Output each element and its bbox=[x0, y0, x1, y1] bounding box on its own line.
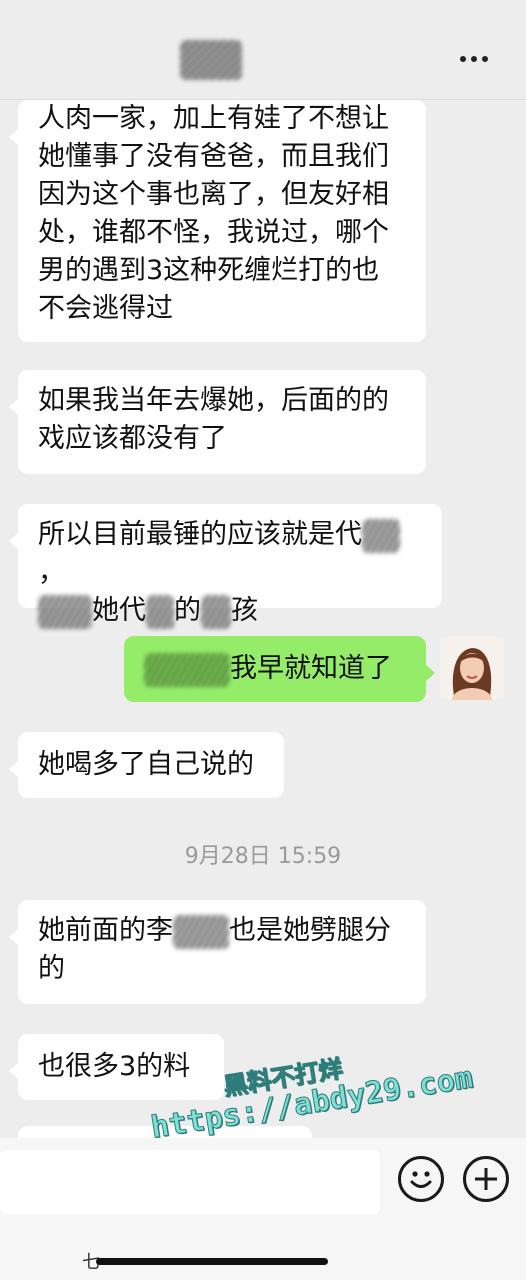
redaction-blur bbox=[173, 914, 229, 949]
message-text: 我早就知道了 bbox=[230, 653, 392, 684]
message-text: 孩 bbox=[231, 595, 258, 626]
message-text: 的 bbox=[174, 595, 201, 626]
message-text-line: 所以目前最锤的应该就是代 ， bbox=[38, 516, 422, 592]
redaction-blur bbox=[38, 594, 92, 629]
message-bubble-sent[interactable]: 我早就知道了 bbox=[124, 636, 435, 702]
more-dots-icon[interactable] bbox=[460, 54, 492, 64]
timestamp: 9月28日 15:59 bbox=[184, 844, 342, 869]
message-text-line: 她代的孩 bbox=[38, 592, 422, 630]
message-bubble[interactable]: 她喝多了自己说的 bbox=[9, 732, 284, 798]
message-bubble[interactable]: 如果我当年去爆她，后面的的 戏应该都没有了 bbox=[9, 370, 426, 474]
emoji-face-icon[interactable] bbox=[398, 1156, 444, 1202]
message-text-line: 她前面的李 也是她劈腿分 bbox=[38, 912, 406, 950]
redaction-blur bbox=[146, 594, 174, 629]
message-text: 也是她劈腿分 bbox=[229, 915, 391, 946]
message-text-line: 人肉一家，加上有娃了不想让 bbox=[38, 103, 389, 134]
message-text-line: 如果我当年去爆她，后面的的 bbox=[38, 385, 389, 416]
user-avatar[interactable] bbox=[440, 636, 504, 700]
input-bar: 七 bbox=[0, 1138, 526, 1280]
message-input[interactable] bbox=[0, 1150, 380, 1214]
plus-circle-icon[interactable] bbox=[463, 1156, 509, 1202]
message-text-line: 因为这个事也离了，但友好相 bbox=[38, 179, 389, 210]
redaction-blur bbox=[201, 594, 231, 629]
contact-name-redacted bbox=[180, 40, 242, 80]
message-bubble[interactable]: 所以目前最锤的应该就是代 ， 她代的孩 bbox=[9, 504, 442, 629]
redaction-blur bbox=[362, 518, 400, 553]
message-text-line: 处，谁都不怪，我说过，哪个 bbox=[38, 217, 389, 248]
message-text: ， bbox=[38, 557, 65, 588]
message-text-line: 她懂事了没有爸爸，而且我们 bbox=[38, 141, 389, 172]
message-text: 所以目前最锤的应该就是代 bbox=[38, 519, 362, 550]
message-text: 她喝多了自己说的 bbox=[38, 749, 254, 780]
message-bubble[interactable]: 她前面的李 也是她劈腿分 的 bbox=[9, 900, 426, 1004]
message-text-line: 不会逃得过 bbox=[38, 293, 173, 324]
message-text-line: 男的遇到3这种死缠烂打的也 bbox=[38, 255, 380, 286]
message-text: 她前面的李 bbox=[38, 915, 173, 946]
message-text: 她代 bbox=[92, 595, 146, 626]
message-text-line: 的 bbox=[38, 953, 65, 984]
message-text-line: 戏应该都没有了 bbox=[38, 423, 227, 454]
redaction-blur bbox=[144, 652, 230, 687]
home-indicator[interactable] bbox=[96, 1258, 328, 1265]
message-bubble[interactable]: 人肉一家，加上有娃了不想让 她懂事了没有爸爸，而且我们 因为这个事也离了，但友好… bbox=[9, 100, 426, 342]
chat-header bbox=[0, 0, 526, 100]
